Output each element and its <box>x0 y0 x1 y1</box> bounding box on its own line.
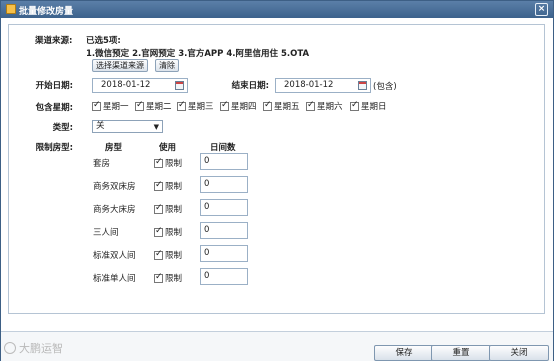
checkbox[interactable] <box>263 100 272 111</box>
checkbox[interactable] <box>154 180 163 191</box>
weekday-label-text: 星期三 <box>188 102 214 112</box>
limit-checkbox[interactable]: 限制 <box>154 272 182 284</box>
checkbox[interactable] <box>306 100 315 111</box>
room-count-input[interactable]: 0 <box>200 245 248 262</box>
watermark-text: 大鹏运智 <box>19 342 63 355</box>
select-channel-button[interactable]: 选择渠道来源 <box>92 59 148 72</box>
window-icon <box>6 4 16 14</box>
limit-checkbox[interactable]: 限制 <box>154 249 182 261</box>
watermark: 大鹏运智 <box>4 340 63 356</box>
checkbox[interactable] <box>154 226 163 237</box>
end-date-label: 结束日期: <box>231 81 269 91</box>
room-count-input[interactable]: 0 <box>200 176 248 193</box>
window-title: 批量修改房量 <box>19 7 74 17</box>
weekday-label-text: 星期二 <box>146 102 172 112</box>
count-column-header: 日间数 <box>210 143 236 153</box>
room-type-label: 限制房型: <box>35 143 73 153</box>
end-date-input[interactable]: 2018-01-12 <box>275 78 371 93</box>
limit-label: 限制 <box>165 274 183 284</box>
start-date-input[interactable]: 2018-01-12 <box>92 78 188 93</box>
weekday-label: 包含星期: <box>35 103 73 113</box>
weekday-checkbox[interactable]: 星期一 <box>92 100 129 112</box>
batch-edit-dialog: 批量修改房量 × 渠道来源: 已选5项: 1.微信预定 2.官网预定 3.官方A… <box>0 0 554 361</box>
calendar-icon[interactable] <box>175 81 184 90</box>
room-name: 三人间 <box>93 228 119 238</box>
type-select-value: 关 <box>96 121 105 131</box>
clear-channel-button[interactable]: 清除 <box>155 59 179 72</box>
limit-checkbox[interactable]: 限制 <box>154 226 182 238</box>
reset-button[interactable]: 重置 <box>431 345 491 361</box>
room-name: 商务大床房 <box>93 205 136 215</box>
form-panel: 渠道来源: 已选5项: 1.微信预定 2.官网预定 3.官方APP 4.阿里信用… <box>8 24 545 314</box>
limit-label: 限制 <box>165 251 183 261</box>
end-date-value: 2018-01-12 <box>284 80 334 90</box>
room-column-header: 房型 <box>105 143 123 153</box>
start-date-label: 开始日期: <box>35 81 73 91</box>
weekday-checkbox[interactable]: 星期日 <box>350 100 387 112</box>
limit-checkbox[interactable]: 限制 <box>154 157 182 169</box>
calendar-icon[interactable] <box>358 81 367 90</box>
title-bar[interactable]: 批量修改房量 × <box>1 1 553 18</box>
type-select[interactable]: 关 ▼ <box>92 120 163 133</box>
channel-selected-list: 1.微信预定 2.官网预定 3.官方APP 4.阿里信用住 5.OTA <box>86 49 310 59</box>
limit-checkbox[interactable]: 限制 <box>154 180 182 192</box>
checkbox[interactable] <box>154 249 163 260</box>
close-icon[interactable]: × <box>535 3 548 16</box>
channel-selected-summary: 已选5项: <box>86 36 121 46</box>
checkbox[interactable] <box>135 100 144 111</box>
weekday-label-text: 星期日 <box>361 102 387 112</box>
checkbox[interactable] <box>220 100 229 111</box>
room-name: 标准单人间 <box>93 274 136 284</box>
limit-label: 限制 <box>165 182 183 192</box>
weekday-checkbox[interactable]: 星期四 <box>220 100 257 112</box>
checkbox[interactable] <box>177 100 186 111</box>
use-column-header: 使用 <box>159 143 177 153</box>
type-label: 类型: <box>52 123 73 133</box>
checkbox[interactable] <box>350 100 359 111</box>
limit-label: 限制 <box>165 228 183 238</box>
weekday-label-text: 星期六 <box>317 102 343 112</box>
weekday-label-text: 星期五 <box>274 102 300 112</box>
room-name: 标准双人间 <box>93 251 136 261</box>
dialog-footer: 保存 重置 关闭 <box>1 331 553 361</box>
weekday-label-text: 星期一 <box>103 102 129 112</box>
weekday-checkbox[interactable]: 星期三 <box>177 100 214 112</box>
checkbox[interactable] <box>154 157 163 168</box>
limit-checkbox[interactable]: 限制 <box>154 203 182 215</box>
room-count-input[interactable]: 0 <box>200 268 248 285</box>
weekday-checkbox[interactable]: 星期二 <box>135 100 172 112</box>
room-name: 套房 <box>93 159 111 169</box>
watermark-logo-icon <box>4 342 16 354</box>
room-count-input[interactable]: 0 <box>200 222 248 239</box>
inclusive-note: (包含) <box>373 82 397 92</box>
start-date-value: 2018-01-12 <box>101 80 151 90</box>
chevron-down-icon: ▼ <box>153 123 159 131</box>
close-button[interactable]: 关闭 <box>489 345 549 361</box>
room-count-input[interactable]: 0 <box>200 199 248 216</box>
limit-label: 限制 <box>165 159 183 169</box>
room-name: 商务双床房 <box>93 182 136 192</box>
weekday-checkbox[interactable]: 星期五 <box>263 100 300 112</box>
weekday-checkbox[interactable]: 星期六 <box>306 100 343 112</box>
checkbox[interactable] <box>92 100 101 111</box>
limit-label: 限制 <box>165 205 183 215</box>
save-button[interactable]: 保存 <box>374 345 434 361</box>
checkbox[interactable] <box>154 203 163 214</box>
channel-label: 渠道来源: <box>35 36 73 46</box>
checkbox[interactable] <box>154 272 163 283</box>
room-count-input[interactable]: 0 <box>200 153 248 170</box>
weekday-label-text: 星期四 <box>231 102 257 112</box>
